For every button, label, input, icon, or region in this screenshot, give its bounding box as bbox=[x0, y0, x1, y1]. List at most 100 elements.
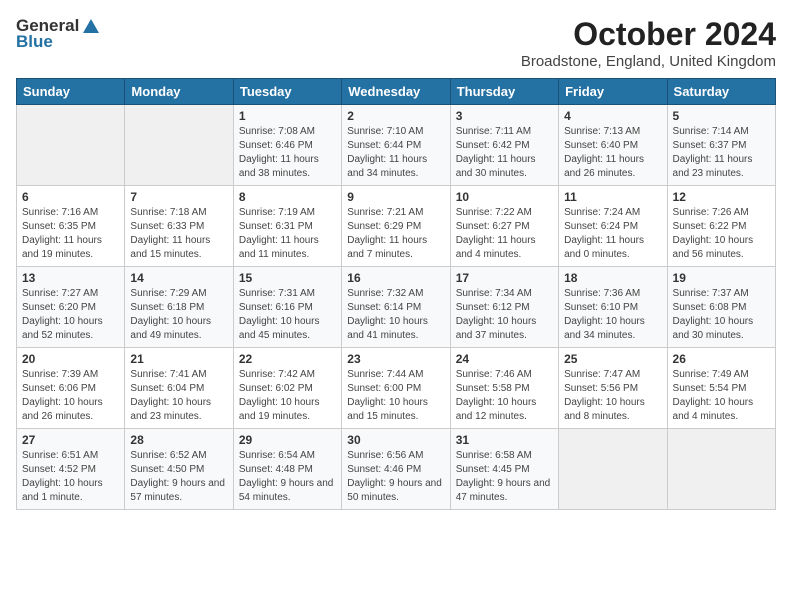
calendar-cell: 5 Sunrise: 7:14 AM Sunset: 6:37 PM Daylig… bbox=[667, 105, 775, 186]
calendar-header: SundayMondayTuesdayWednesdayThursdayFrid… bbox=[17, 79, 776, 105]
day-content: Sunrise: 6:54 AM Sunset: 4:48 PM Dayligh… bbox=[239, 449, 336, 505]
day-number: 7 bbox=[130, 190, 227, 204]
day-content: Sunrise: 7:16 AM Sunset: 6:35 PM Dayligh… bbox=[22, 206, 119, 262]
header-cell-sunday: Sunday bbox=[17, 79, 125, 105]
calendar-cell: 26 Sunrise: 7:49 AM Sunset: 5:54 PM Dayli… bbox=[667, 348, 775, 429]
day-content: Sunrise: 7:49 AM Sunset: 5:54 PM Dayligh… bbox=[673, 368, 770, 424]
calendar-cell: 21Sunrise: 7:41 AM Sunset: 6:04 PM Dayli… bbox=[125, 348, 233, 429]
calendar-cell: 29 Sunrise: 6:54 AM Sunset: 4:48 PM Dayli… bbox=[233, 429, 341, 510]
day-number: 27 bbox=[22, 433, 119, 447]
day-number: 3 bbox=[456, 109, 553, 123]
header-cell-wednesday: Wednesday bbox=[342, 79, 450, 105]
day-content: Sunrise: 7:24 AM Sunset: 6:24 PM Dayligh… bbox=[564, 206, 661, 262]
calendar-cell: 13 Sunrise: 7:27 AM Sunset: 6:20 PM Dayli… bbox=[17, 267, 125, 348]
calendar-cell: 23 Sunrise: 7:44 AM Sunset: 6:00 PM Dayli… bbox=[342, 348, 450, 429]
day-content: Sunrise: 7:27 AM Sunset: 6:20 PM Dayligh… bbox=[22, 287, 119, 343]
day-content: Sunrise: 7:44 AM Sunset: 6:00 PM Dayligh… bbox=[347, 368, 444, 424]
calendar-cell: 30 Sunrise: 6:56 AM Sunset: 4:46 PM Dayli… bbox=[342, 429, 450, 510]
day-content: Sunrise: 7:08 AM Sunset: 6:46 PM Dayligh… bbox=[239, 125, 336, 181]
day-number: 28 bbox=[130, 433, 227, 447]
day-number: 14 bbox=[130, 271, 227, 285]
header-cell-saturday: Saturday bbox=[667, 79, 775, 105]
header-cell-monday: Monday bbox=[125, 79, 233, 105]
day-number: 18 bbox=[564, 271, 661, 285]
day-content: Sunrise: 6:51 AM Sunset: 4:52 PM Dayligh… bbox=[22, 449, 119, 505]
calendar-cell: 14 Sunrise: 7:29 AM Sunset: 6:18 PM Dayli… bbox=[125, 267, 233, 348]
week-row-2: 6 Sunrise: 7:16 AM Sunset: 6:35 PM Daylig… bbox=[17, 186, 776, 267]
calendar-cell: 10 Sunrise: 7:22 AM Sunset: 6:27 PM Dayli… bbox=[450, 186, 558, 267]
calendar-cell: 3 Sunrise: 7:11 AM Sunset: 6:42 PM Daylig… bbox=[450, 105, 558, 186]
day-number: 17 bbox=[456, 271, 553, 285]
day-content: Sunrise: 7:21 AM Sunset: 6:29 PM Dayligh… bbox=[347, 206, 444, 262]
logo: General Blue bbox=[16, 16, 101, 53]
day-number: 1 bbox=[239, 109, 336, 123]
day-number: 26 bbox=[673, 352, 770, 366]
week-row-1: 1 Sunrise: 7:08 AM Sunset: 6:46 PM Daylig… bbox=[17, 105, 776, 186]
calendar-cell: 25 Sunrise: 7:47 AM Sunset: 5:56 PM Dayli… bbox=[559, 348, 667, 429]
day-number: 23 bbox=[347, 352, 444, 366]
calendar-cell: 18 Sunrise: 7:36 AM Sunset: 6:10 PM Dayli… bbox=[559, 267, 667, 348]
day-number: 16 bbox=[347, 271, 444, 285]
logo-blue-text: Blue bbox=[16, 32, 53, 52]
day-content: Sunrise: 7:39 AM Sunset: 6:06 PM Dayligh… bbox=[22, 368, 119, 424]
calendar-cell: 12 Sunrise: 7:26 AM Sunset: 6:22 PM Dayli… bbox=[667, 186, 775, 267]
calendar-cell bbox=[125, 105, 233, 186]
day-content: Sunrise: 7:42 AM Sunset: 6:02 PM Dayligh… bbox=[239, 368, 336, 424]
calendar-cell: 19 Sunrise: 7:37 AM Sunset: 6:08 PM Dayli… bbox=[667, 267, 775, 348]
calendar-cell: 15 Sunrise: 7:31 AM Sunset: 6:16 PM Dayli… bbox=[233, 267, 341, 348]
calendar-cell: 1 Sunrise: 7:08 AM Sunset: 6:46 PM Daylig… bbox=[233, 105, 341, 186]
week-row-3: 13 Sunrise: 7:27 AM Sunset: 6:20 PM Dayli… bbox=[17, 267, 776, 348]
day-content: Sunrise: 6:58 AM Sunset: 4:45 PM Dayligh… bbox=[456, 449, 553, 505]
day-content: Sunrise: 7:29 AM Sunset: 6:18 PM Dayligh… bbox=[130, 287, 227, 343]
day-content: Sunrise: 7:11 AM Sunset: 6:42 PM Dayligh… bbox=[456, 125, 553, 181]
day-number: 25 bbox=[564, 352, 661, 366]
day-number: 19 bbox=[673, 271, 770, 285]
calendar-cell: 11 Sunrise: 7:24 AM Sunset: 6:24 PM Dayli… bbox=[559, 186, 667, 267]
month-title: October 2024 bbox=[521, 16, 776, 53]
day-number: 11 bbox=[564, 190, 661, 204]
calendar-cell: 6 Sunrise: 7:16 AM Sunset: 6:35 PM Daylig… bbox=[17, 186, 125, 267]
day-content: Sunrise: 7:13 AM Sunset: 6:40 PM Dayligh… bbox=[564, 125, 661, 181]
header-cell-tuesday: Tuesday bbox=[233, 79, 341, 105]
day-content: Sunrise: 7:36 AM Sunset: 6:10 PM Dayligh… bbox=[564, 287, 661, 343]
day-number: 10 bbox=[456, 190, 553, 204]
calendar-cell: 8 Sunrise: 7:19 AM Sunset: 6:31 PM Daylig… bbox=[233, 186, 341, 267]
week-row-5: 27 Sunrise: 6:51 AM Sunset: 4:52 PM Dayli… bbox=[17, 429, 776, 510]
day-number: 15 bbox=[239, 271, 336, 285]
calendar-cell bbox=[17, 105, 125, 186]
day-number: 13 bbox=[22, 271, 119, 285]
day-content: Sunrise: 7:31 AM Sunset: 6:16 PM Dayligh… bbox=[239, 287, 336, 343]
day-number: 29 bbox=[239, 433, 336, 447]
day-number: 30 bbox=[347, 433, 444, 447]
day-content: Sunrise: 7:47 AM Sunset: 5:56 PM Dayligh… bbox=[564, 368, 661, 424]
header-cell-friday: Friday bbox=[559, 79, 667, 105]
header-cell-thursday: Thursday bbox=[450, 79, 558, 105]
day-number: 6 bbox=[22, 190, 119, 204]
day-content: Sunrise: 7:26 AM Sunset: 6:22 PM Dayligh… bbox=[673, 206, 770, 262]
location-text: Broadstone, England, United Kingdom bbox=[521, 53, 776, 70]
day-content: Sunrise: 7:22 AM Sunset: 6:27 PM Dayligh… bbox=[456, 206, 553, 262]
day-content: Sunrise: 7:41 AM Sunset: 6:04 PM Dayligh… bbox=[130, 368, 227, 424]
day-content: Sunrise: 7:19 AM Sunset: 6:31 PM Dayligh… bbox=[239, 206, 336, 262]
page-header: General Blue October 2024 Broadstone, En… bbox=[16, 16, 776, 70]
day-content: Sunrise: 7:34 AM Sunset: 6:12 PM Dayligh… bbox=[456, 287, 553, 343]
calendar-cell: 24Sunrise: 7:46 AM Sunset: 5:58 PM Dayli… bbox=[450, 348, 558, 429]
calendar-cell: 4 Sunrise: 7:13 AM Sunset: 6:40 PM Daylig… bbox=[559, 105, 667, 186]
day-content: Sunrise: 6:56 AM Sunset: 4:46 PM Dayligh… bbox=[347, 449, 444, 505]
day-number: 22 bbox=[239, 352, 336, 366]
calendar-cell: 16Sunrise: 7:32 AM Sunset: 6:14 PM Dayli… bbox=[342, 267, 450, 348]
calendar-cell: 22 Sunrise: 7:42 AM Sunset: 6:02 PM Dayli… bbox=[233, 348, 341, 429]
calendar-cell: 28Sunrise: 6:52 AM Sunset: 4:50 PM Dayli… bbox=[125, 429, 233, 510]
day-number: 8 bbox=[239, 190, 336, 204]
day-number: 4 bbox=[564, 109, 661, 123]
day-content: Sunrise: 7:14 AM Sunset: 6:37 PM Dayligh… bbox=[673, 125, 770, 181]
calendar-cell: 31Sunrise: 6:58 AM Sunset: 4:45 PM Dayli… bbox=[450, 429, 558, 510]
day-number: 24 bbox=[456, 352, 553, 366]
calendar-cell: 9Sunrise: 7:21 AM Sunset: 6:29 PM Daylig… bbox=[342, 186, 450, 267]
day-number: 5 bbox=[673, 109, 770, 123]
calendar-table: SundayMondayTuesdayWednesdayThursdayFrid… bbox=[16, 78, 776, 510]
day-number: 12 bbox=[673, 190, 770, 204]
calendar-cell: 20Sunrise: 7:39 AM Sunset: 6:06 PM Dayli… bbox=[17, 348, 125, 429]
calendar-cell bbox=[559, 429, 667, 510]
day-content: Sunrise: 7:37 AM Sunset: 6:08 PM Dayligh… bbox=[673, 287, 770, 343]
